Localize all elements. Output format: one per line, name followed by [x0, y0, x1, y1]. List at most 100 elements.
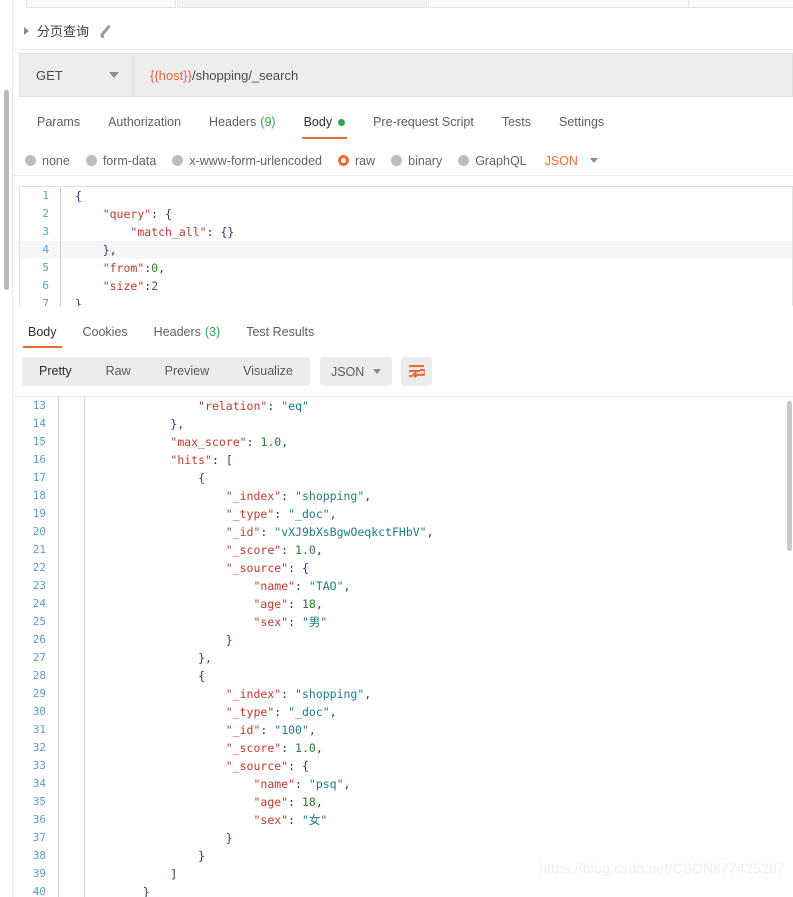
line-number: 20 — [32, 525, 46, 538]
response-body-line: 14 }, — [13, 415, 793, 433]
tab-pre-request-script[interactable]: Pre-request Script — [359, 108, 488, 136]
code-text: "relation": "eq" — [198, 399, 309, 413]
radio-icon — [458, 155, 470, 166]
edit-pencil-icon[interactable] — [99, 24, 113, 38]
window-tab[interactable] — [26, 0, 176, 8]
fold-column — [60, 259, 71, 277]
fold-column — [84, 739, 113, 757]
fold-column — [84, 829, 113, 847]
response-body-viewer[interactable]: 13 "relation": "eq" 14 }, 15 "max_score": … — [13, 396, 793, 897]
response-format-selector[interactable]: JSON — [319, 357, 393, 386]
response-scrollbar[interactable] — [787, 401, 792, 551]
fold-column — [58, 595, 84, 613]
tab-label: Test Results — [246, 325, 315, 339]
chevron-down-icon[interactable] — [589, 158, 598, 163]
response-body-line: 29 "_index": "shopping", — [13, 685, 793, 703]
tab-params[interactable]: Params — [23, 108, 94, 136]
response-tab-cookies[interactable]: Cookies — [70, 319, 141, 345]
radio-x-www-form-urlencoded[interactable]: x-www-form-urlencoded — [172, 154, 322, 168]
radio-binary[interactable]: binary — [391, 154, 442, 168]
view-mode-preview[interactable]: Preview — [148, 357, 226, 386]
line-number: 26 — [32, 633, 46, 646]
tab-tests[interactable]: Tests — [488, 108, 545, 136]
line-number: 7 — [42, 297, 49, 306]
body-type-radio-group: none form-data x-www-form-urlencoded raw… — [13, 146, 793, 176]
fold-column — [84, 775, 113, 793]
fold-column — [58, 577, 84, 595]
fold-column — [58, 631, 84, 649]
response-tab-test-results[interactable]: Test Results — [233, 319, 327, 345]
tab-body[interactable]: Body — [290, 108, 360, 139]
fold-column — [60, 223, 71, 241]
line-number: 13 — [32, 399, 46, 412]
line-number: 19 — [32, 507, 46, 520]
tab-label: Params — [37, 115, 81, 129]
fold-column — [84, 577, 113, 595]
code-text: "_source": { — [225, 759, 309, 773]
word-wrap-toggle[interactable] — [401, 357, 433, 386]
radio-graphql[interactable]: GraphQL — [458, 154, 527, 168]
radio-label: x-www-form-urlencoded — [189, 153, 322, 168]
response-body-line: 19 "_type": "_doc", — [13, 505, 793, 523]
tab-label: Headers — [209, 115, 257, 129]
line-number: 18 — [32, 489, 46, 502]
response-body-line: 13 "relation": "eq" — [13, 397, 793, 415]
radio-none[interactable]: none — [25, 154, 70, 168]
fold-column — [58, 847, 84, 865]
response-body-line: 25 "sex": "男" — [13, 613, 793, 631]
code-text: "size":2 — [102, 279, 159, 293]
radio-raw[interactable]: raw — [338, 154, 375, 168]
code-text: "_id": "vXJ9bXsBgwOeqkctFHbV", — [225, 525, 434, 539]
http-method-selector[interactable]: GET — [20, 54, 134, 96]
line-number: 39 — [32, 867, 46, 880]
radio-form-data[interactable]: form-data — [85, 154, 156, 168]
fold-column — [84, 469, 113, 487]
request-body-line: 6 "size":2 — [20, 277, 792, 295]
tab-settings[interactable]: Settings — [545, 108, 618, 136]
code-text: "sex": "女" — [253, 813, 328, 827]
code-text: ] — [170, 867, 178, 881]
fold-column — [60, 241, 71, 259]
response-tab-body[interactable]: Body — [15, 319, 70, 348]
window-tab-active[interactable] — [177, 0, 427, 8]
tab-headers[interactable]: Headers (9) — [195, 108, 290, 136]
request-body-editor[interactable]: 1{2 "query": {3 "match_all": {} 4 }, 5 "fr… — [19, 186, 793, 306]
fold-column — [84, 523, 113, 541]
sidebar-scrollbar[interactable] — [4, 90, 9, 290]
fold-column — [84, 721, 113, 739]
code-text: "query": { — [102, 207, 172, 221]
response-body-line: 22 "_source": { — [13, 559, 793, 577]
fold-column — [60, 205, 71, 223]
chevron-down-icon — [109, 72, 119, 78]
response-body-line: 35 "age": 18, — [13, 793, 793, 811]
chevron-right-icon[interactable] — [24, 26, 29, 35]
tab-authorization[interactable]: Authorization — [94, 108, 195, 136]
fold-column — [84, 613, 113, 631]
response-body-line: 16 "hits": [ — [13, 451, 793, 469]
fold-column — [58, 703, 84, 721]
url-input[interactable]: {{host}}/shopping/_search — [134, 54, 792, 96]
request-body-line: 3 "match_all": {} — [20, 223, 792, 241]
view-mode-pretty[interactable]: Pretty — [22, 357, 89, 386]
fold-column — [58, 811, 84, 829]
fold-column — [84, 487, 113, 505]
url-path: /shopping/_search — [191, 67, 299, 83]
code-text: "max_score": 1.0, — [170, 435, 289, 449]
code-text: "hits": [ — [170, 453, 233, 467]
fold-column — [58, 775, 84, 793]
raw-format-label[interactable]: JSON — [545, 154, 578, 168]
view-mode-raw[interactable]: Raw — [89, 357, 148, 386]
response-tab-headers[interactable]: Headers (3) — [141, 319, 234, 345]
view-mode-visualize[interactable]: Visualize — [226, 357, 310, 386]
code-text: }, — [102, 243, 117, 257]
fold-column — [58, 487, 84, 505]
fold-column — [84, 541, 113, 559]
fold-column — [84, 649, 113, 667]
line-number: 37 — [32, 831, 46, 844]
window-tab[interactable] — [688, 0, 793, 8]
radio-icon — [85, 155, 97, 166]
tab-label: Tests — [501, 115, 531, 129]
code-text: "_score": 1.0, — [225, 741, 323, 755]
code-text: } — [75, 297, 82, 306]
code-text: "sex": "男" — [253, 615, 328, 629]
